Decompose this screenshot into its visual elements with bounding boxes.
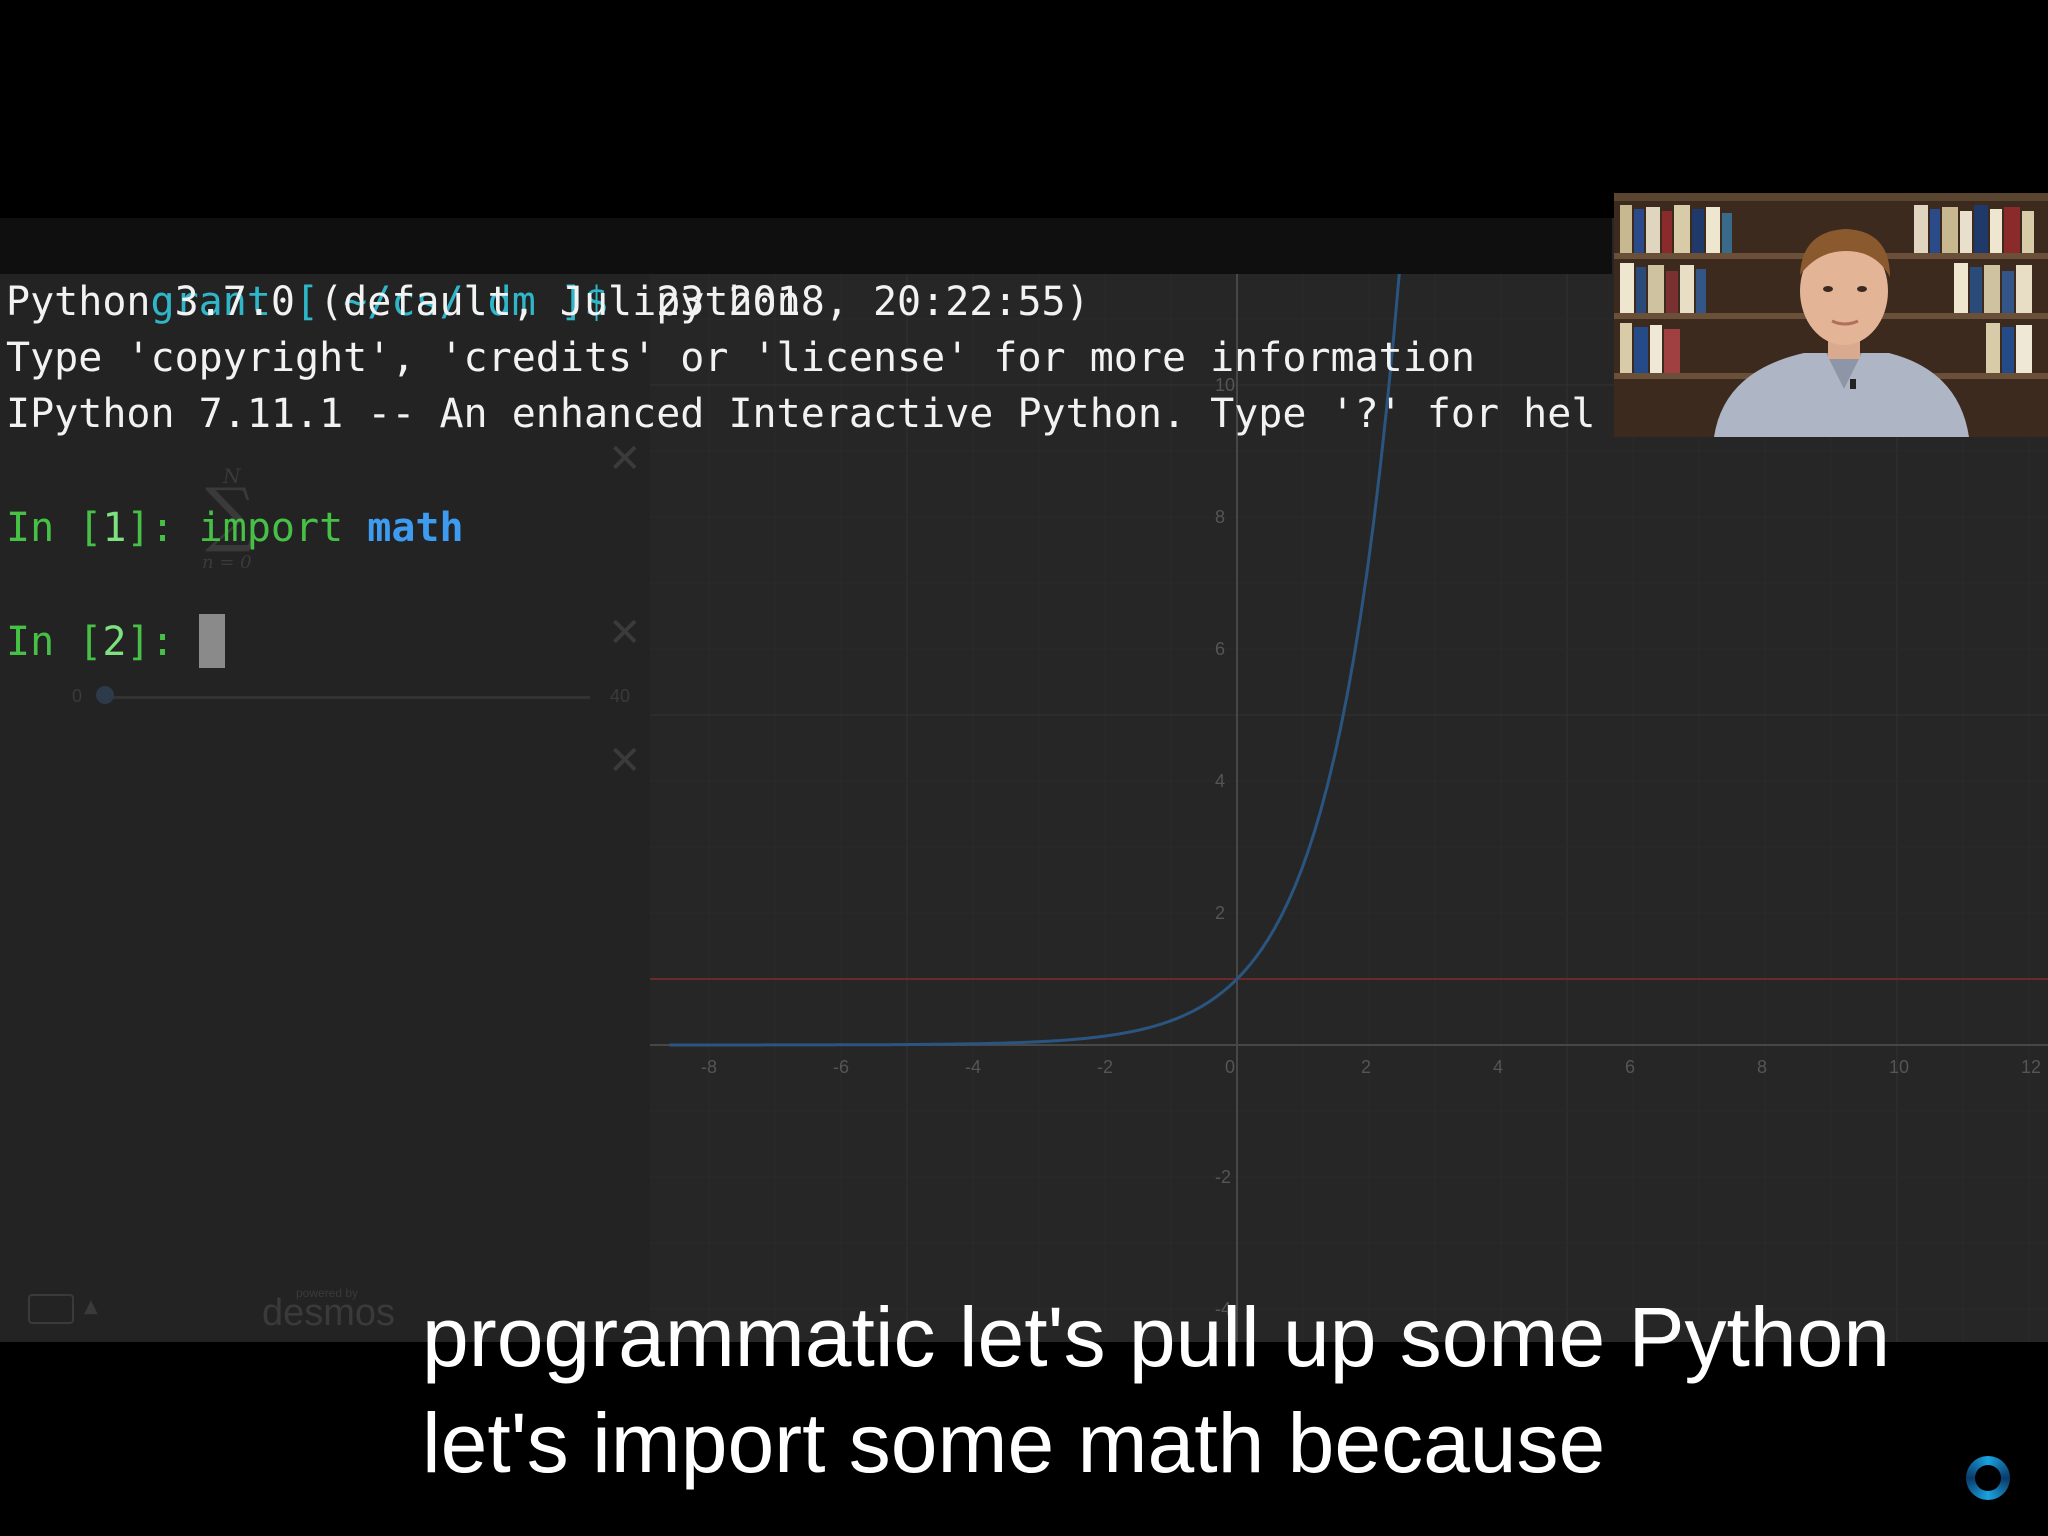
module-name: math	[367, 505, 464, 551]
banner-line-3: IPython 7.11.1 -- An enhanced Interactiv…	[6, 391, 1596, 437]
webcam-video	[1614, 193, 2048, 437]
x-tick-label: 8	[1757, 1057, 1767, 1077]
x-tick-label: 10	[1889, 1057, 1909, 1077]
shell-prompt-line: grant [ ~/cs/ldm ]$ ipython	[6, 218, 801, 325]
banner-line-1: Python 3.7.0 (default, Jul 23 2018, 20:2…	[6, 279, 1090, 325]
in-close: ]:	[126, 505, 199, 551]
in-label: In [	[6, 505, 103, 551]
loading-spinner-icon	[1966, 1456, 2010, 1500]
input-cell-2[interactable]: In [2]:	[6, 614, 225, 670]
webcam-overlay	[1614, 193, 2048, 437]
ipython-terminal[interactable]: grant [ ~/cs/ldm ]$ ipython Python 3.7.0…	[0, 218, 1612, 1342]
in-close: ]:	[126, 619, 199, 665]
caption-line-1: programmatic let's pull up some Python	[422, 1290, 1891, 1384]
x-tick-label: 12	[2021, 1057, 2041, 1077]
banner-line-2: Type 'copyright', 'credits' or 'license'…	[6, 335, 1476, 381]
text-cursor	[198, 614, 225, 668]
x-tick-label: 6	[1625, 1057, 1635, 1077]
in-number: 1	[102, 505, 127, 551]
input-cell-1: In [1]: import math	[6, 500, 464, 556]
caption-line-2: let's import some math because	[422, 1396, 1606, 1490]
in-label: In [	[6, 619, 103, 665]
keyword-import: import	[198, 505, 344, 551]
in-number: 2	[102, 619, 127, 665]
